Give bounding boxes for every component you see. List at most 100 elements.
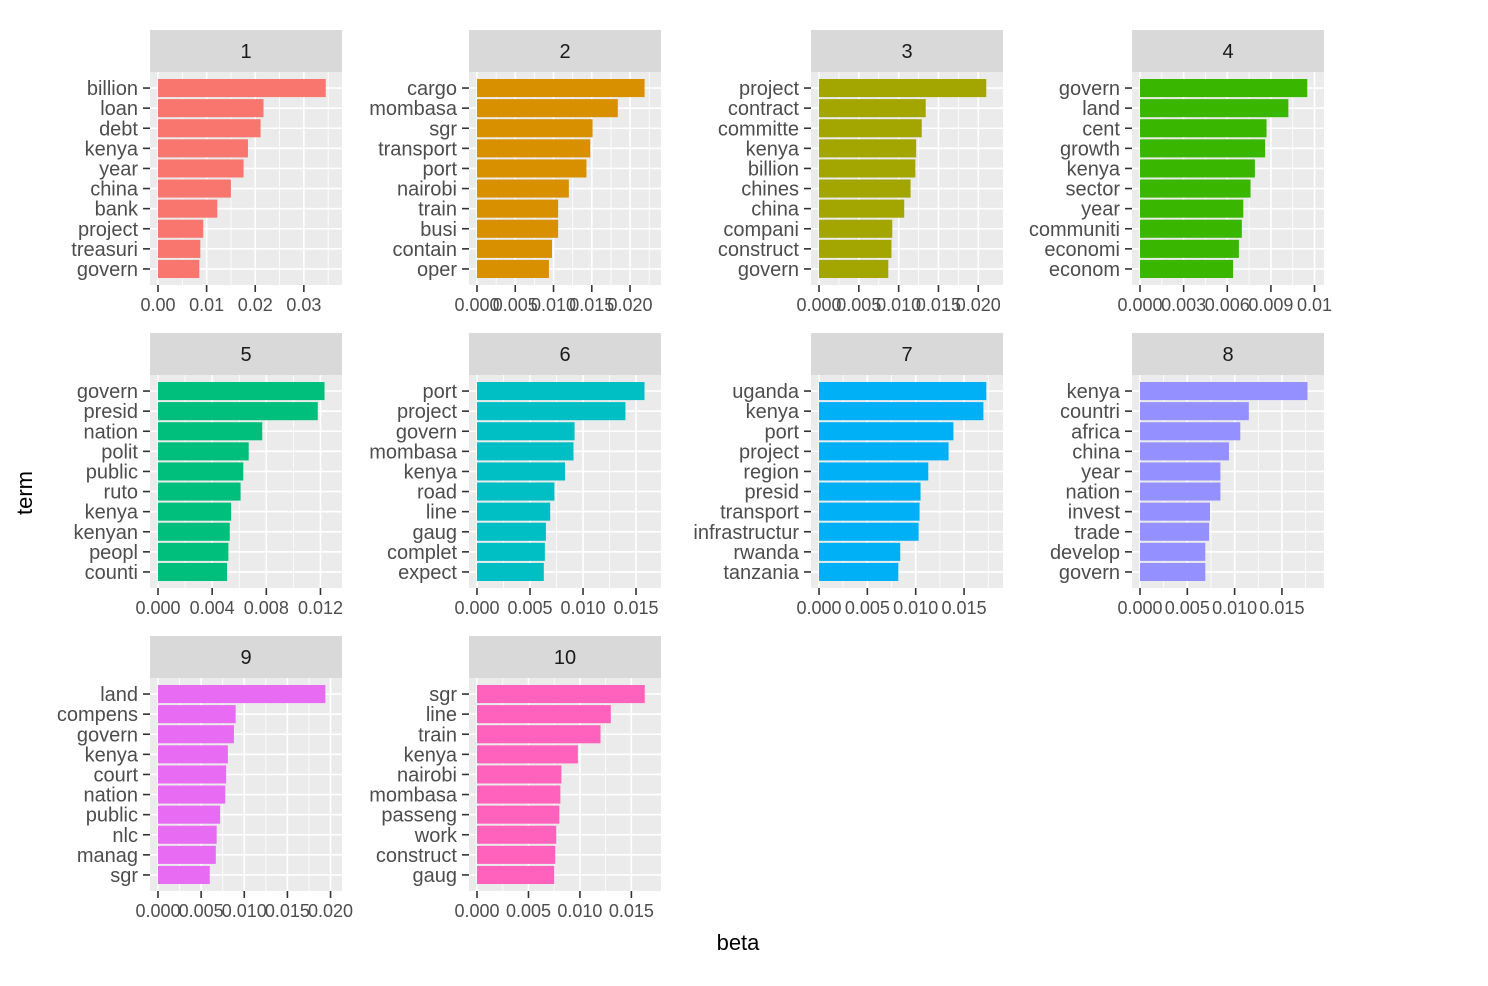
bar-expect bbox=[477, 562, 544, 581]
bar-nation bbox=[1140, 482, 1221, 501]
term-label: construct bbox=[718, 239, 800, 261]
bar-year bbox=[1140, 199, 1244, 218]
bar-countri bbox=[1140, 402, 1249, 421]
term-label: kenya bbox=[746, 401, 800, 423]
term-label: contract bbox=[728, 98, 800, 120]
bar-govern bbox=[158, 259, 200, 278]
term-label: road bbox=[417, 482, 457, 504]
term-label: complet bbox=[387, 542, 457, 564]
bar-econom bbox=[1140, 259, 1234, 278]
term-label: kenyan bbox=[74, 522, 139, 544]
x-tick-label: 0.010 bbox=[876, 295, 921, 315]
bar-bank bbox=[158, 199, 218, 218]
facet-panel-10: 10 sgrlinetrainkenyanairobimombasapasseng… bbox=[369, 636, 661, 921]
facet-panel-9: 9 landcompensgovernkenyacourtnationpublic… bbox=[57, 636, 353, 921]
term-label: manag bbox=[77, 845, 138, 867]
bar-presid bbox=[819, 482, 921, 501]
facet-panel-8: 8 kenyacountriafricachinayearnationinvest… bbox=[1050, 333, 1324, 618]
term-label: busi bbox=[420, 219, 457, 241]
x-tick-label: 0.000 bbox=[796, 598, 841, 618]
facet-panel-7: 7 ugandakenyaportprojectregionpresidtrans… bbox=[693, 333, 1003, 618]
term-label: kenya bbox=[404, 461, 458, 483]
term-label: govern bbox=[1059, 78, 1120, 100]
term-label: china bbox=[1072, 441, 1121, 463]
x-tick-label: 0.003 bbox=[1161, 295, 1206, 315]
facet-panel-3: 3projectcontractcommittekenyabillionchin… bbox=[718, 30, 1003, 315]
x-tick-label: 0.015 bbox=[265, 901, 310, 921]
bar-sgr bbox=[158, 865, 210, 884]
x-tick-label: 0.000 bbox=[1117, 598, 1162, 618]
bar-counti bbox=[158, 562, 228, 581]
term-label: govern bbox=[738, 259, 799, 281]
bar-chines bbox=[819, 179, 911, 198]
x-tick-label: 0.009 bbox=[1248, 295, 1293, 315]
term-label: nairobi bbox=[397, 179, 457, 201]
term-label: port bbox=[423, 158, 458, 180]
bar-train bbox=[477, 725, 601, 744]
x-tick-label: 0.005 bbox=[506, 901, 551, 921]
term-label: public bbox=[86, 461, 138, 483]
bar-public bbox=[158, 462, 244, 481]
term-label: train bbox=[418, 199, 457, 221]
x-tick-label: 0.005 bbox=[836, 295, 881, 315]
term-label: committe bbox=[718, 118, 799, 140]
term-label: communiti bbox=[1029, 219, 1120, 241]
x-tick-label: 0.010 bbox=[557, 901, 602, 921]
bar-kenya bbox=[477, 745, 578, 764]
term-label: nlc bbox=[112, 825, 138, 847]
facet-strip-label: 8 bbox=[1222, 344, 1233, 366]
term-label: gaug bbox=[413, 865, 458, 887]
x-tick-label: 0.01 bbox=[1297, 295, 1332, 315]
bar-cent bbox=[1140, 119, 1267, 138]
term-label: govern bbox=[77, 724, 138, 746]
bar-tanzania bbox=[819, 562, 899, 581]
term-label: growth bbox=[1060, 138, 1120, 160]
x-tick-label: 0.006 bbox=[1205, 295, 1250, 315]
bar-kenya bbox=[1140, 382, 1308, 401]
bar-govern bbox=[819, 259, 889, 278]
term-label: govern bbox=[1059, 562, 1120, 584]
facet-strip-label: 2 bbox=[559, 41, 570, 63]
term-label: kenya bbox=[85, 502, 139, 524]
term-label: govern bbox=[77, 259, 138, 281]
bar-billion bbox=[158, 79, 326, 98]
term-label: nation bbox=[84, 785, 139, 807]
x-tick-label: 0.00 bbox=[140, 295, 175, 315]
bar-govern bbox=[1140, 562, 1206, 581]
bar-manag bbox=[158, 845, 216, 864]
bar-mombasa bbox=[477, 99, 618, 118]
bar-contract bbox=[819, 99, 926, 118]
bar-kenya bbox=[1140, 159, 1255, 178]
x-tick-label: 0.015 bbox=[609, 901, 654, 921]
x-tick-label: 0.015 bbox=[942, 598, 987, 618]
bar-gaug bbox=[477, 522, 546, 541]
bar-busi bbox=[477, 219, 559, 238]
faceted-bar-chart: term beta 1billionloandebtkenyayearchina… bbox=[12, 30, 1332, 955]
term-label: line bbox=[426, 704, 457, 726]
bar-invest bbox=[1140, 502, 1211, 521]
bar-ruto bbox=[158, 482, 241, 501]
x-tick-label: 0.005 bbox=[845, 598, 890, 618]
term-label: tanzania bbox=[723, 562, 799, 584]
bar-mombasa bbox=[477, 785, 561, 804]
x-axis-title: beta bbox=[717, 930, 761, 955]
term-label: trade bbox=[1074, 522, 1120, 544]
facet-panels: 1billionloandebtkenyayearchinabankprojec… bbox=[57, 30, 1332, 921]
bar-project bbox=[819, 79, 987, 98]
bar-train bbox=[477, 199, 559, 218]
bar-treasuri bbox=[158, 239, 201, 258]
bar-project bbox=[819, 442, 949, 461]
facet-strip-label: 10 bbox=[554, 647, 576, 669]
facet-strip-label: 1 bbox=[240, 41, 251, 63]
bar-kenya bbox=[158, 139, 248, 158]
term-label: transport bbox=[720, 502, 799, 524]
term-label: infrastructur bbox=[693, 522, 799, 544]
x-tick-label: 0.000 bbox=[454, 901, 499, 921]
bar-nairobi bbox=[477, 179, 569, 198]
term-label: invest bbox=[1068, 502, 1121, 524]
bar-kenya bbox=[477, 462, 565, 481]
term-label: port bbox=[423, 381, 458, 403]
facet-strip-label: 9 bbox=[240, 647, 251, 669]
bar-communiti bbox=[1140, 219, 1242, 238]
bar-sector bbox=[1140, 179, 1251, 198]
